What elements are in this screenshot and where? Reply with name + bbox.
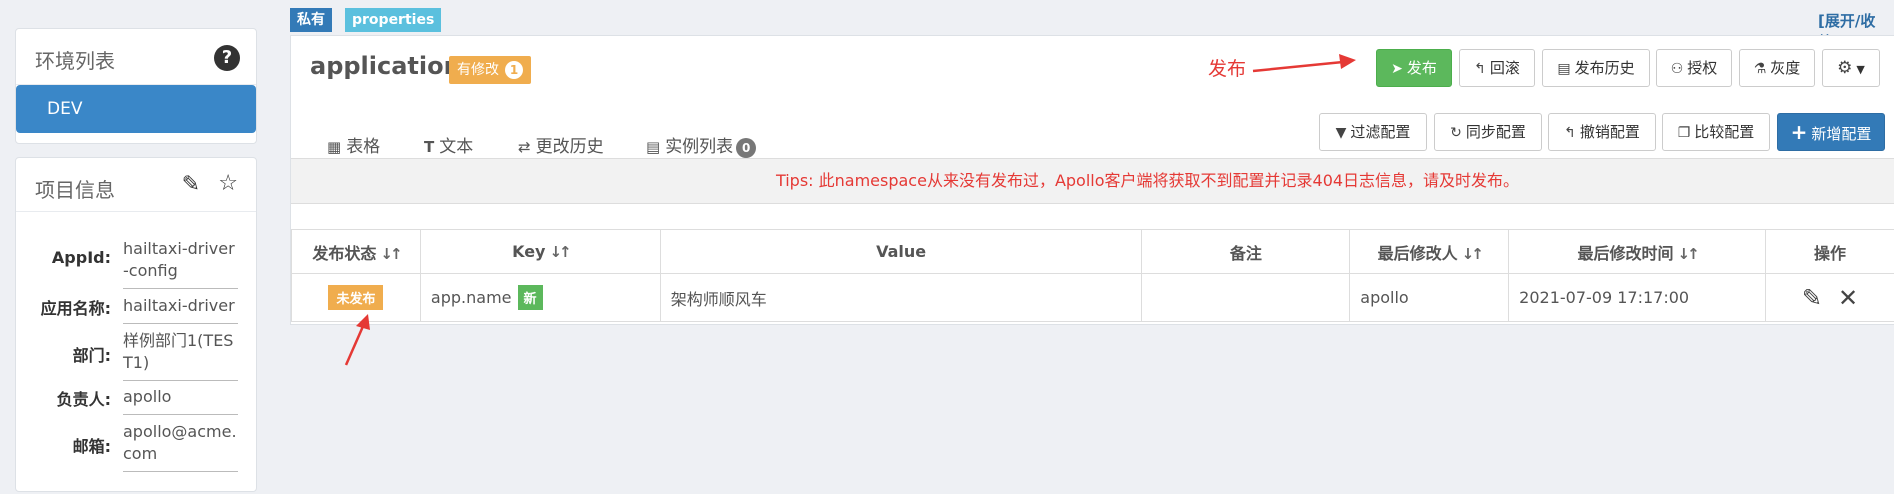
col-status-header[interactable]: 发布状态 ↓↑ — [291, 229, 421, 274]
delete-icon[interactable]: ✕ — [1838, 284, 1858, 312]
col-time-header[interactable]: 最后修改时间 ↓↑ — [1508, 229, 1767, 274]
sort-icon: ↓↑ — [549, 243, 571, 261]
env-list-panel: 环境列表 ? DEV — [15, 28, 257, 144]
sort-icon: ↓↑ — [1461, 244, 1484, 263]
annotation-arrow-icon — [1252, 54, 1356, 73]
instances-count-badge: 0 — [736, 138, 757, 158]
new-badge: 新 — [517, 285, 543, 310]
dept-value: 样例部门1(TEST1) — [123, 330, 238, 381]
col-key-header[interactable]: Key ↓↑ — [419, 229, 661, 274]
modified-count: 1 — [505, 61, 523, 79]
owner-value: apollo — [123, 386, 238, 415]
calendar-icon: ▤ — [1557, 61, 1571, 77]
appname-label: 应用名称: — [40, 299, 111, 318]
help-icon[interactable]: ? — [214, 45, 240, 71]
revoke-config-button[interactable]: ↰ 撤销配置 — [1548, 113, 1656, 151]
unpublished-badge: 未发布 — [328, 285, 384, 310]
env-list-header: 环境列表 ? — [16, 29, 256, 85]
sync-config-button[interactable]: ↻ 同步配置 — [1434, 113, 1542, 151]
dept-label: 部门: — [72, 346, 111, 365]
filter-icon: ▼ — [1335, 125, 1347, 141]
rollback-button[interactable]: ↰ 回滚 — [1459, 49, 1535, 87]
config-table: 发布状态 ↓↑ Key ↓↑ Value 备注 最后修改人 ↓↑ 最后修改时间 ↓↑ 操… — [291, 229, 1894, 322]
publish-annotation: 发布 — [1208, 58, 1247, 80]
table-icon: ▦ — [327, 138, 342, 156]
gear-icon: ⚙ — [1837, 58, 1853, 78]
col-actions-header: 操作 — [1765, 229, 1894, 274]
add-config-button[interactable]: + 新增配置 — [1777, 113, 1885, 151]
text-icon: T — [424, 138, 435, 156]
annotation-arrow-icon — [344, 314, 370, 366]
comment-cell — [1141, 273, 1351, 322]
rollback-icon: ↰ — [1474, 61, 1486, 77]
modified-badge: 有修改 1 — [449, 56, 531, 84]
settings-dropdown-button[interactable]: ⚙ ▼ — [1822, 49, 1880, 87]
copy-icon: ❐ — [1677, 125, 1691, 141]
appid-label: AppId: — [51, 248, 111, 267]
email-label: 邮箱: — [72, 437, 111, 456]
user-icon: ⚇ — [1670, 61, 1684, 77]
namespace-title: application — [310, 52, 461, 80]
caret-down-icon: ▼ — [1856, 63, 1865, 76]
modifier-cell: apollo — [1349, 273, 1510, 322]
col-comment-header: 备注 — [1141, 229, 1351, 274]
sync-icon: ↻ — [1450, 125, 1462, 141]
tips-message: Tips: 此namespace从来没有发布过，Apollo客户端将获取不到配置… — [291, 158, 1894, 204]
table-row: 未发布 app.name 新 架构师顺风车 apollo 2021-07-09 1… — [291, 273, 1894, 322]
project-info-title: 项目信息 — [35, 178, 115, 202]
appname-value: hailtaxi-driver — [123, 295, 238, 324]
actions-cell: ✎ ✕ — [1765, 273, 1894, 322]
edit-icon[interactable]: ✎ — [1802, 284, 1822, 312]
time-cell: 2021-07-09 17:17:00 — [1508, 273, 1767, 322]
flask-icon: ⚗ — [1753, 61, 1767, 77]
modified-label: 有修改 — [457, 62, 499, 78]
project-info-header: 项目信息 ✎ ☆ — [16, 158, 256, 212]
undo-icon: ↰ — [1564, 125, 1576, 141]
owner-label: 负责人: — [56, 390, 111, 409]
namespace-panel: application 有修改 1 发布 ➤ 发布 ↰ 回滚 ▤ 发布历史 ⚇ 授权 ⚗ 灰… — [290, 35, 1894, 325]
send-icon: ➤ — [1391, 61, 1403, 77]
project-info-panel: 项目信息 ✎ ☆ AppId: hailtaxi-driver-config 应… — [15, 157, 257, 492]
value-cell: 架构师顺风车 — [659, 273, 1143, 322]
private-tag: 私有 — [290, 8, 332, 32]
col-modifier-header[interactable]: 最后修改人 ↓↑ — [1349, 229, 1510, 274]
publish-button[interactable]: ➤ 发布 — [1376, 49, 1452, 87]
edit-icon[interactable]: ✎ — [182, 172, 200, 197]
filter-config-button[interactable]: ▼ 过滤配置 — [1319, 113, 1427, 151]
compare-config-button[interactable]: ❐ 比较配置 — [1662, 113, 1770, 151]
plus-icon: + — [1790, 120, 1808, 144]
env-list-title: 环境列表 — [35, 49, 115, 73]
gray-release-button[interactable]: ⚗ 灰度 — [1739, 49, 1815, 87]
list-icon: ▤ — [646, 138, 661, 156]
appid-value: hailtaxi-driver-config — [123, 238, 238, 289]
exchange-icon: ⇄ — [518, 138, 531, 156]
sort-icon: ↓↑ — [380, 244, 402, 263]
table-header-row: 发布状态 ↓↑ Key ↓↑ Value 备注 最后修改人 ↓↑ 最后修改时间 ↓↑ 操… — [291, 229, 1894, 274]
email-value: apollo@acme.com — [123, 421, 238, 472]
publish-history-button[interactable]: ▤ 发布历史 — [1542, 49, 1650, 87]
env-item-dev[interactable]: DEV — [16, 85, 256, 133]
key-cell: app.name 新 — [419, 273, 661, 322]
col-value-header: Value — [659, 229, 1143, 274]
star-icon[interactable]: ☆ — [218, 171, 238, 196]
sort-icon: ↓↑ — [1677, 244, 1700, 263]
grant-button[interactable]: ⚇ 授权 — [1656, 49, 1732, 87]
properties-tag: properties — [345, 8, 442, 32]
